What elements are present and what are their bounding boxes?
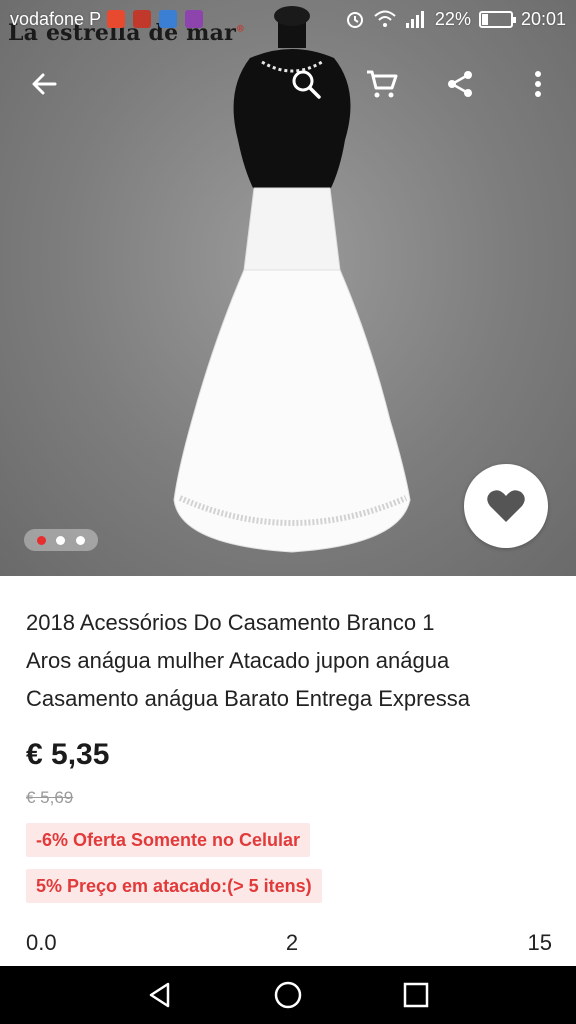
more-vertical-icon <box>535 71 541 97</box>
product-title-line: Aros anágua mulher Atacado jupon anágua <box>26 648 450 673</box>
more-button[interactable] <box>514 60 562 108</box>
wifi-settings-icon <box>159 10 178 28</box>
gallery-icon <box>185 10 204 28</box>
top-toolbar <box>0 52 576 116</box>
original-price: € 5,69 <box>26 788 74 807</box>
signal-icon <box>405 11 424 28</box>
carousel-indicator <box>24 529 98 551</box>
product-title-line: Casamento anágua Barato Entrega Expressa <box>26 686 470 711</box>
product-details: 2018 Acessórios Do Casamento Branco 1 Ar… <box>0 576 576 966</box>
battery-fill <box>481 13 489 25</box>
product-title-line: 2018 Acessórios Do Casamento Branco 1 <box>26 610 435 635</box>
product-detail-screen: La estrella de mar® vodafone P 22% 20:01 <box>0 0 576 1024</box>
carrier-name: vodafone P <box>10 8 102 29</box>
alarm-icon <box>346 12 363 28</box>
share-icon <box>448 71 472 97</box>
battery-percent: 22% <box>434 8 471 29</box>
cart-button[interactable] <box>358 60 406 108</box>
carousel-dot[interactable] <box>37 535 47 545</box>
heart-icon <box>487 490 525 522</box>
search-button[interactable] <box>282 60 330 108</box>
search-icon <box>292 70 321 99</box>
mobile-discount-badge: -6% Oferta Somente no Celular <box>26 823 311 857</box>
orders-count[interactable]: 15 <box>528 930 552 956</box>
back-button[interactable] <box>20 60 68 108</box>
product-title: 2018 Acessórios Do Casamento Branco 1 Ar… <box>26 604 556 718</box>
nav-back-icon <box>149 982 170 1008</box>
wifi-icon <box>374 10 396 27</box>
cart-icon <box>367 70 398 98</box>
carousel-dot[interactable] <box>75 535 85 545</box>
product-stats: 0.0 2 15 <box>26 930 552 956</box>
carousel-dot[interactable] <box>56 535 66 545</box>
rating-value[interactable]: 0.0 <box>26 930 57 956</box>
favorite-button[interactable] <box>464 464 548 548</box>
current-price: € 5,35 <box>26 738 110 771</box>
nav-back-button[interactable] <box>140 975 180 1015</box>
status-bar: vodafone P 22% 20:01 <box>0 0 576 38</box>
clock: 20:01 <box>520 8 566 29</box>
battery-icon <box>478 10 516 28</box>
nav-recents-button[interactable] <box>396 975 436 1015</box>
arrow-left-icon <box>32 73 57 95</box>
wholesale-discount-badge[interactable]: 5% Preço em atacado:(> 5 itens) <box>26 869 322 903</box>
nav-home-button[interactable] <box>268 975 308 1015</box>
nav-recents-icon <box>403 982 429 1008</box>
share-button[interactable] <box>436 60 484 108</box>
status-right: 22% 20:01 <box>345 9 566 30</box>
red-app-icon <box>133 10 152 28</box>
system-nav-bar <box>0 966 576 1024</box>
reviews-count[interactable]: 2 <box>286 930 298 956</box>
mail-icon <box>107 10 126 28</box>
nav-home-icon <box>274 981 302 1009</box>
